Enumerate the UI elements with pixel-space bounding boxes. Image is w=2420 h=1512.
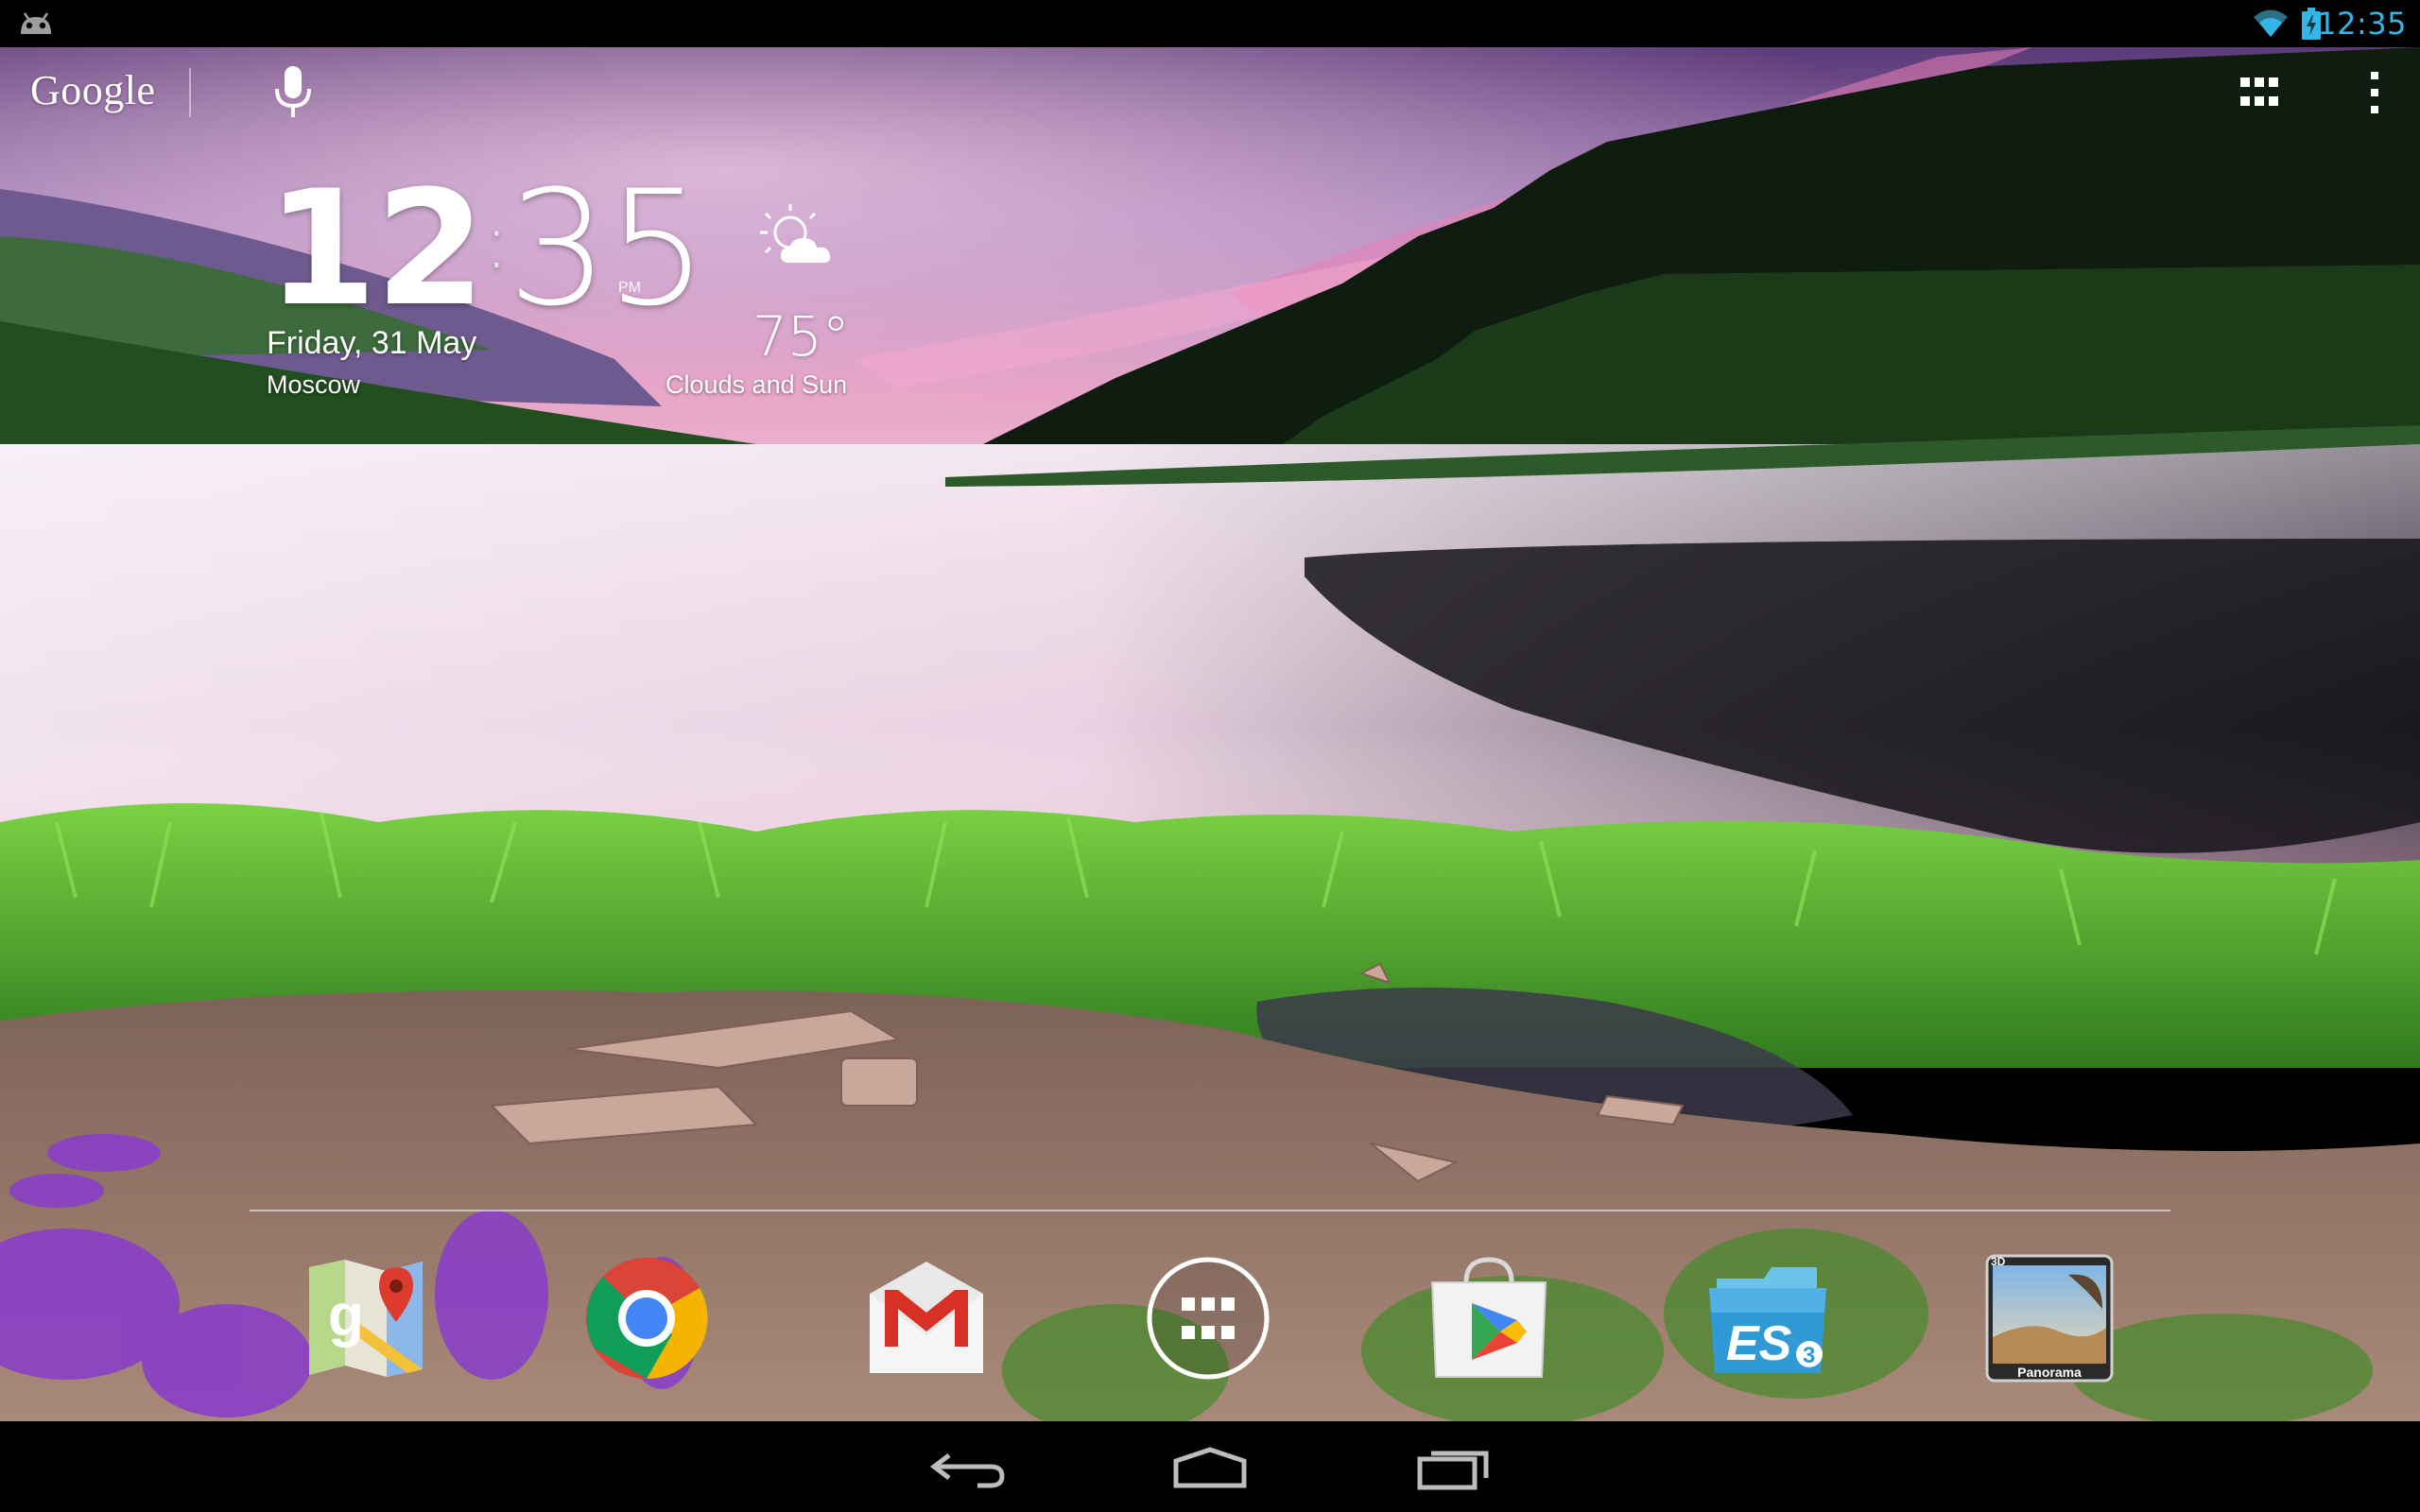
all-apps-icon	[1147, 1257, 1270, 1380]
panorama-3d-badge: 3D	[1991, 1255, 2006, 1268]
clock-time: 12:35	[267, 163, 708, 328]
panorama-app[interactable]: 3D Panorama	[1983, 1247, 2116, 1389]
panorama-icon: 3D Panorama	[1985, 1254, 2114, 1383]
google-search-logo[interactable]: Google	[30, 66, 156, 114]
microphone-icon[interactable]	[268, 64, 318, 121]
status-clock: 12:35	[2317, 6, 2407, 42]
es-file-explorer-app[interactable]: ES 3	[1702, 1247, 1834, 1389]
maps-icon: g	[309, 1260, 423, 1377]
dock-divider	[250, 1210, 2170, 1211]
recent-apps-icon[interactable]	[1405, 1440, 1499, 1493]
clock-separator: :	[483, 198, 510, 285]
maps-app[interactable]: g	[300, 1247, 432, 1389]
gmail-icon	[870, 1262, 983, 1373]
panorama-label: Panorama	[2017, 1365, 2082, 1380]
back-icon[interactable]	[921, 1440, 1015, 1493]
android-debug-icon	[21, 12, 51, 34]
chrome-icon	[586, 1257, 708, 1380]
clock-date: Friday, 31 May	[267, 325, 477, 361]
overflow-menu-icon[interactable]	[2363, 68, 2386, 117]
home-icon[interactable]	[1163, 1440, 1257, 1493]
clock-hours: 12	[267, 156, 486, 341]
gmail-app[interactable]	[860, 1247, 993, 1389]
all-apps-button[interactable]	[1142, 1247, 1274, 1389]
chrome-app[interactable]	[580, 1247, 713, 1389]
weather-temperature: 75°	[752, 304, 850, 369]
search-divider	[189, 68, 191, 117]
navigation-bar	[0, 1421, 2420, 1512]
svg-text:3: 3	[1803, 1343, 1815, 1368]
partly-cloudy-icon[interactable]	[756, 200, 851, 272]
clock-city: Moscow	[267, 370, 361, 399]
clock-minutes: 35	[507, 156, 708, 341]
apps-grid-icon[interactable]	[2238, 76, 2280, 110]
es-file-explorer-icon: ES 3	[1709, 1267, 1826, 1373]
svg-text:ES: ES	[1726, 1316, 1792, 1371]
clock-ampm: PM	[618, 280, 641, 296]
status-bar: 12:35	[0, 0, 2420, 47]
play-store-icon	[1430, 1257, 1547, 1378]
wifi-icon	[2254, 9, 2288, 37]
weather-condition: Clouds and Sun	[666, 370, 848, 399]
svg-text:g: g	[328, 1283, 364, 1349]
play-store-app[interactable]	[1423, 1247, 1555, 1389]
